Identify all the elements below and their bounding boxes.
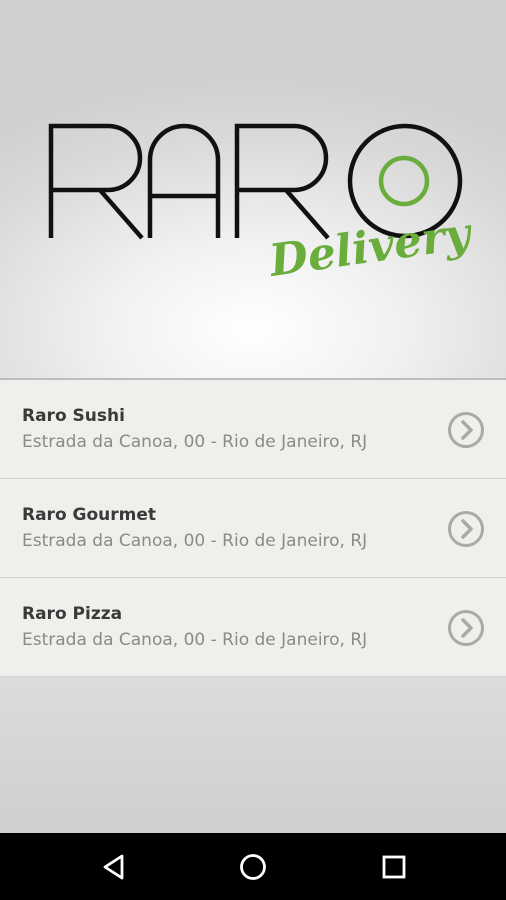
list-item[interactable]: Raro Pizza Estrada da Canoa, 00 - Rio de… xyxy=(0,578,506,676)
home-icon[interactable] xyxy=(235,849,271,885)
header-banner: Delivery xyxy=(0,0,506,380)
chevron-right-icon[interactable] xyxy=(447,411,485,449)
restaurant-address: Estrada da Canoa, 00 - Rio de Janeiro, R… xyxy=(22,432,368,452)
chevron-right-icon[interactable] xyxy=(447,609,485,647)
empty-background xyxy=(0,677,506,833)
restaurant-name: Raro Gourmet xyxy=(22,505,157,525)
list-item[interactable]: Raro Gourmet Estrada da Canoa, 00 - Rio … xyxy=(0,479,506,578)
android-navigation-bar xyxy=(0,833,506,900)
restaurant-name: Raro Pizza xyxy=(22,604,123,624)
restaurant-address: Estrada da Canoa, 00 - Rio de Janeiro, R… xyxy=(22,531,368,551)
restaurant-name: Raro Sushi xyxy=(22,406,125,426)
restaurant-address: Estrada da Canoa, 00 - Rio de Janeiro, R… xyxy=(22,630,368,650)
list-item[interactable]: Raro Sushi Estrada da Canoa, 00 - Rio de… xyxy=(0,380,506,479)
restaurant-list: Raro Sushi Estrada da Canoa, 00 - Rio de… xyxy=(0,380,506,676)
back-icon[interactable] xyxy=(96,849,132,885)
recents-icon[interactable] xyxy=(376,849,412,885)
raro-delivery-logo: Delivery xyxy=(48,123,477,287)
svg-text:Delivery: Delivery xyxy=(264,208,476,287)
chevron-right-icon[interactable] xyxy=(447,510,485,548)
